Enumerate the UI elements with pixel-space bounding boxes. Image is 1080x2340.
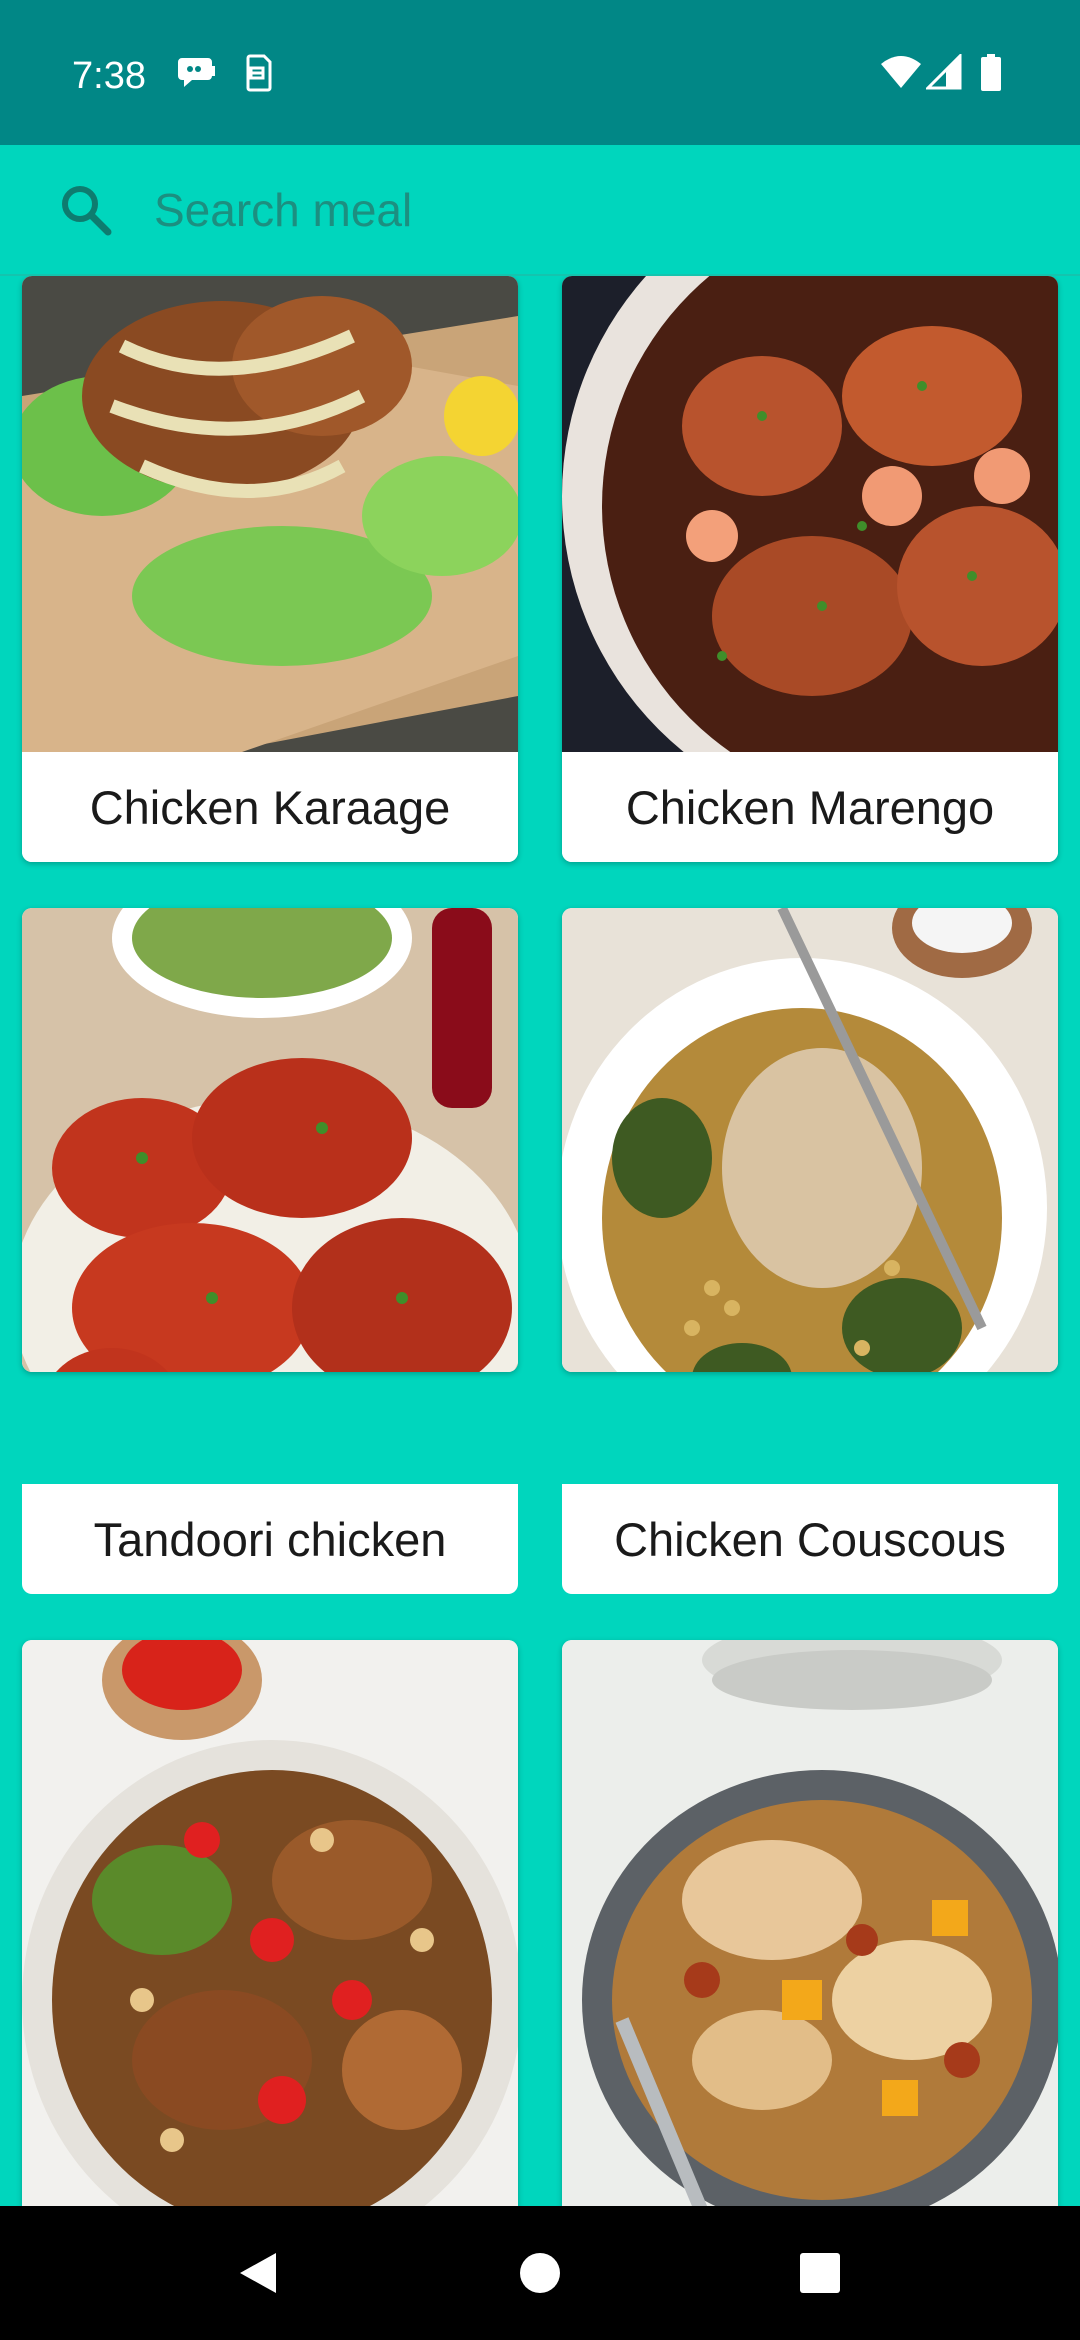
- meal-grid: Chicken Karaage Chicken Marengo Tandoori…: [0, 276, 1080, 2206]
- meal-image: [562, 908, 1058, 1372]
- home-icon[interactable]: [480, 2206, 600, 2340]
- wifi-icon: [880, 54, 922, 95]
- recents-icon[interactable]: [760, 2206, 880, 2340]
- meal-card[interactable]: Chicken Marengo: [562, 276, 1058, 862]
- meal-image: [22, 908, 518, 1372]
- navigation-bar: [0, 2206, 1080, 2340]
- meal-title: Chicken Marengo: [562, 752, 1058, 862]
- meal-card[interactable]: [22, 1640, 518, 2206]
- meal-title: Tandoori chicken: [22, 1484, 518, 1594]
- status-bar: 7:38: [0, 0, 1080, 145]
- search-input[interactable]: [154, 178, 1014, 242]
- chat-bubble-icon: [178, 54, 218, 95]
- meal-card[interactable]: [22, 908, 518, 1372]
- meal-image: [562, 1640, 1058, 2206]
- back-icon[interactable]: [198, 2206, 318, 2340]
- battery-icon: [980, 54, 1002, 97]
- meal-card[interactable]: Chicken Karaage: [22, 276, 518, 862]
- status-time: 7:38: [72, 55, 146, 97]
- meal-image: [22, 1640, 518, 2206]
- meal-image: [562, 276, 1058, 752]
- meal-image: [22, 276, 518, 752]
- meal-card[interactable]: [562, 1640, 1058, 2206]
- meal-title: Chicken Couscous: [562, 1484, 1058, 1594]
- meal-title: Chicken Karaage: [22, 752, 518, 862]
- meal-card[interactable]: [562, 908, 1058, 1372]
- cellular-signal-icon: [924, 52, 962, 95]
- search-icon[interactable]: [58, 182, 114, 243]
- sim-notification-icon: [242, 54, 272, 97]
